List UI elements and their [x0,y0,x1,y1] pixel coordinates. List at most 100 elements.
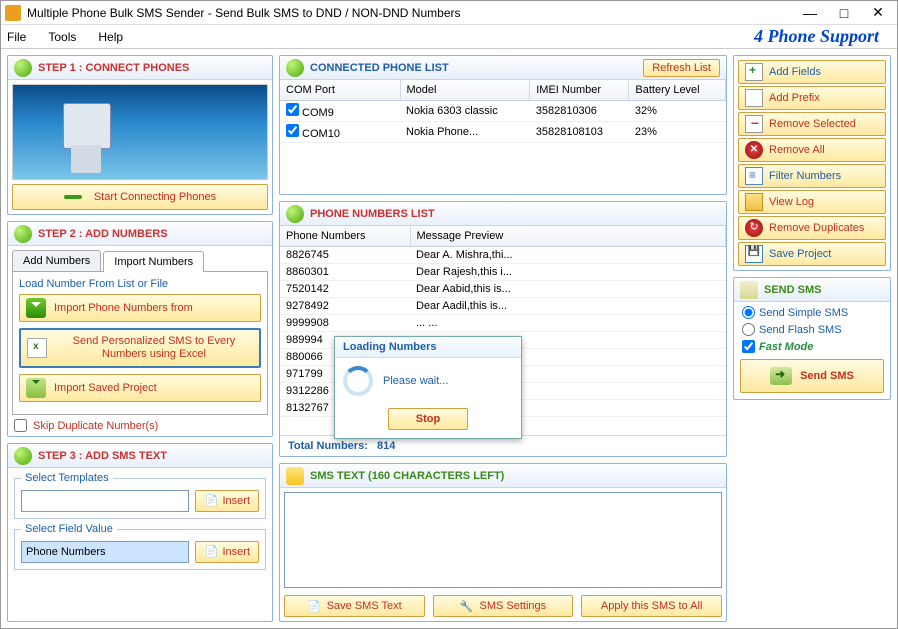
apply-sms-to-all-button[interactable]: Apply this SMS to All [581,595,722,617]
step2-panel: STEP 2 : ADD NUMBERS Add Numbers Import … [7,221,273,437]
add-icon [14,225,32,243]
col-phone-numbers[interactable]: Phone Numbers [280,226,410,247]
total-numbers-label: Total Numbers: [288,440,368,452]
stop-loading-button[interactable]: Stop [388,408,468,430]
send-simple-radio[interactable] [742,306,755,319]
add-prefix-button[interactable]: Add Prefix [738,86,886,110]
remove-selected-button[interactable]: Remove Selected [738,112,886,136]
step3-heading: STEP 3 : ADD SMS TEXT [38,450,167,462]
load-number-group-label: Load Number From List or File [19,278,261,290]
filter-numbers-button[interactable]: Filter Numbers [738,164,886,188]
send-flash-radio-row[interactable]: Send Flash SMS [742,323,882,336]
import-saved-label: Import Saved Project [54,382,157,394]
add-prefix-label: Add Prefix [769,92,820,104]
import-saved-project-button[interactable]: Import Saved Project [19,374,261,402]
connected-panel: CONNECTED PHONE LIST Refresh List COM Po… [279,55,727,195]
maximize-button[interactable]: □ [837,6,851,20]
table-row[interactable]: 7520142Dear Aabid,this is... [280,281,726,298]
brand-label: 4 Phone Support [754,26,879,47]
col-battery[interactable]: Battery Level [629,80,726,101]
plus-icon [14,447,32,465]
col-com-port[interactable]: COM Port [280,80,400,101]
fast-mode-checkbox[interactable] [742,340,755,353]
skip-duplicate-label: Skip Duplicate Number(s) [33,420,158,432]
tab-add-numbers[interactable]: Add Numbers [12,250,101,271]
table-row[interactable]: 8860301Dear Rajesh,this i... [280,264,726,281]
sms-text-panel: SMS TEXT (160 CHARACTERS LEFT) 📄 Save SM… [279,463,727,622]
sms-settings-button[interactable]: 🔧 SMS Settings [433,595,574,617]
col-imei[interactable]: IMEI Number [530,80,629,101]
menu-help[interactable]: Help [98,30,123,44]
view-log-button[interactable]: View Log [738,190,886,214]
usb-icon [64,191,86,203]
save-sms-text-button[interactable]: 📄 Save SMS Text [284,595,425,617]
menu-file[interactable]: File [7,30,26,44]
spinner-icon [343,366,373,396]
step3-panel: STEP 3 : ADD SMS TEXT Select Templates 📄… [7,443,273,622]
remove-dup-label: Remove Duplicates [769,222,864,234]
phone-icon [14,59,32,77]
table-row[interactable]: COM9Nokia 6303 classic358281030632% [280,101,726,122]
add-fields-button[interactable]: Add Fields [738,60,886,84]
col-model[interactable]: Model [400,80,530,101]
skip-duplicate-checkbox[interactable] [14,419,27,432]
import-phone-numbers-button[interactable]: Import Phone Numbers from [19,294,261,322]
view-log-label: View Log [769,196,814,208]
wrench-icon: 🔧 [460,600,474,613]
field-value-input[interactable] [21,541,189,563]
loading-numbers-dialog: Loading Numbers Please wait... Stop [334,336,522,439]
send-simple-radio-row[interactable]: Send Simple SMS [742,306,882,319]
tab-import-numbers[interactable]: Import Numbers [103,251,204,272]
save-project-label: Save Project [769,248,831,260]
start-connecting-button[interactable]: Start Connecting Phones [12,184,268,210]
template-input[interactable] [21,490,189,512]
add-prefix-icon [745,89,763,107]
folder-icon [26,378,46,398]
close-button[interactable]: ✕ [871,6,885,20]
send-sms-panel: SEND SMS Send Simple SMS Send Flash SMS … [733,277,891,400]
remove-all-button[interactable]: Remove All [738,138,886,162]
table-row[interactable]: 8826745Dear A. Mishra,thi... [280,247,726,264]
remove-duplicates-button[interactable]: Remove Duplicates [738,216,886,240]
numbers-list-icon [286,205,304,223]
add-fields-icon [745,63,763,81]
fast-mode-checkbox-row[interactable]: Fast Mode [742,340,882,353]
please-wait-label: Please wait... [383,375,448,387]
refresh-list-button[interactable]: Refresh List [643,59,720,77]
connected-heading: CONNECTED PHONE LIST [310,62,449,74]
send-flash-label: Send Flash SMS [759,324,842,336]
insert-icon: 📄 [204,545,218,559]
log-icon [745,193,763,211]
table-row[interactable]: 9278492Dear Aadil,this is... [280,298,726,315]
com-checkbox[interactable] [286,103,299,116]
select-field-value-legend: Select Field Value [21,523,117,535]
table-row[interactable]: COM10Nokia Phone...3582810810323% [280,122,726,143]
duplicates-icon [745,219,763,237]
save-sms-label: Save SMS Text [327,600,402,612]
skip-duplicate-checkbox-row[interactable]: Skip Duplicate Number(s) [14,419,266,432]
sms-text-input[interactable] [284,492,722,588]
save-project-button[interactable]: Save Project [738,242,886,266]
filter-label: Filter Numbers [769,170,841,182]
col-message-preview[interactable]: Message Preview [410,226,726,247]
envelope-icon [740,281,758,299]
remove-all-label: Remove All [769,144,825,156]
send-sms-button[interactable]: Send SMS [740,359,884,393]
send-personalized-sms-button[interactable]: Send Personalized SMS to Every Numbers u… [19,328,261,368]
remove-selected-icon [745,115,763,133]
connection-diagram-image [12,84,268,180]
com-checkbox[interactable] [286,124,299,137]
notepad-icon [286,467,304,485]
numbers-heading: PHONE NUMBERS LIST [310,208,435,220]
minimize-button[interactable]: — [803,6,817,20]
send-icon [770,367,792,385]
insert-field-button[interactable]: 📄 Insert [195,541,259,563]
loading-dialog-title: Loading Numbers [335,337,521,358]
remove-all-icon [745,141,763,159]
table-row[interactable]: 9999908... ... [280,315,726,332]
save-project-icon [745,245,763,263]
insert-template-button[interactable]: 📄 Insert [195,490,259,512]
side-actions-panel: Add Fields Add Prefix Remove Selected Re… [733,55,891,271]
send-flash-radio[interactable] [742,323,755,336]
menu-tools[interactable]: Tools [48,30,76,44]
